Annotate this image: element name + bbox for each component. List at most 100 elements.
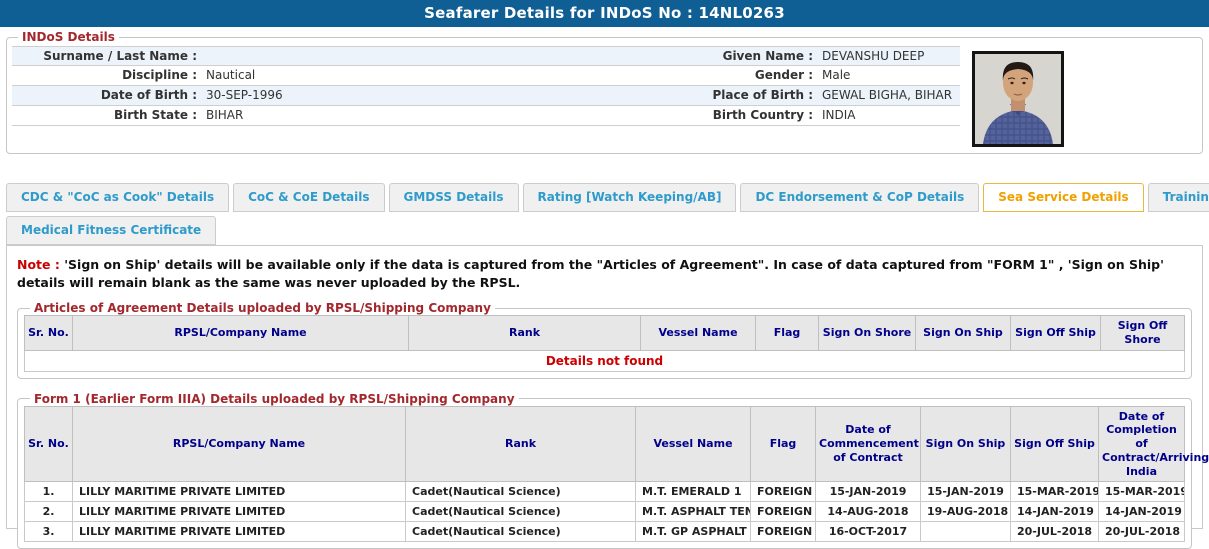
cell-date-completion: 20-JUL-2018 bbox=[1099, 522, 1185, 542]
cell-sr-no: 1. bbox=[25, 482, 73, 502]
indos-details-legend: INDoS Details bbox=[18, 30, 119, 44]
cell-company: LILLY MARITIME PRIVATE LIMITED bbox=[73, 522, 406, 542]
cell-rank: Cadet(Nautical Science) bbox=[406, 502, 636, 522]
cell-company: LILLY MARITIME PRIVATE LIMITED bbox=[73, 502, 406, 522]
cell-sr-no: 3. bbox=[25, 522, 73, 542]
discipline-label: Discipline : bbox=[12, 66, 204, 85]
tab-sea-service-details[interactable]: Sea Service Details bbox=[983, 183, 1143, 212]
tab-content-panel: Note : 'Sign on Ship' details will be av… bbox=[6, 245, 1203, 529]
articles-empty-row: Details not found bbox=[25, 350, 1185, 371]
detail-row-dob-placeofbirth: Date of Birth : 30-SEP-1996 Place of Bir… bbox=[12, 86, 960, 106]
articles-col-sign-off-ship: Sign Off Ship bbox=[1011, 316, 1101, 351]
tab-rating-watch-keeping-ab[interactable]: Rating [Watch Keeping/AB] bbox=[523, 183, 737, 212]
form1-col-rank: Rank bbox=[406, 406, 636, 482]
detail-row-discipline-gender: Discipline : Nautical Gender : Male bbox=[12, 66, 960, 86]
cell-sign-off-ship: 14-JAN-2019 bbox=[1011, 502, 1099, 522]
cell-sign-off-ship: 15-MAR-2019 bbox=[1011, 482, 1099, 502]
cell-rank: Cadet(Nautical Science) bbox=[406, 522, 636, 542]
seafarer-photo bbox=[972, 51, 1064, 147]
cell-date-commencement: 15-JAN-2019 bbox=[816, 482, 921, 502]
articles-of-agreement-fieldset: Articles of Agreement Details uploaded b… bbox=[17, 301, 1192, 379]
cell-vessel: M.T. GP ASPHALT IV bbox=[636, 522, 751, 542]
surname-value bbox=[204, 47, 652, 66]
form1-col-sr-no: Sr. No. bbox=[25, 406, 73, 482]
place-of-birth-value: GEWAL BIGHA, BIHAR bbox=[820, 86, 960, 105]
cell-flag: FOREIGN bbox=[751, 502, 816, 522]
cell-rank: Cadet(Nautical Science) bbox=[406, 482, 636, 502]
given-name-value: DEVANSHU DEEP bbox=[820, 47, 960, 66]
form1-col-sign-off-ship: Sign Off Ship bbox=[1011, 406, 1099, 482]
articles-col-rank: Rank bbox=[409, 316, 641, 351]
table-row: 1. LILLY MARITIME PRIVATE LIMITED Cadet(… bbox=[25, 482, 1185, 502]
tab-bar: CDC & "CoC as Cook" Details CoC & CoE De… bbox=[6, 183, 1203, 245]
gender-value: Male bbox=[820, 66, 960, 85]
detail-row-birthstate-birthcountry: Birth State : BIHAR Birth Country : INDI… bbox=[12, 106, 960, 126]
cell-flag: FOREIGN bbox=[751, 522, 816, 542]
cell-company: LILLY MARITIME PRIVATE LIMITED bbox=[73, 482, 406, 502]
discipline-value: Nautical bbox=[204, 66, 652, 85]
form1-col-date-completion: Date of Completion of Contract/Arriving … bbox=[1099, 406, 1185, 482]
seafarer-photo-graphic bbox=[975, 54, 1061, 144]
table-row: 3. LILLY MARITIME PRIVATE LIMITED Cadet(… bbox=[25, 522, 1185, 542]
table-row: 2. LILLY MARITIME PRIVATE LIMITED Cadet(… bbox=[25, 502, 1185, 522]
tab-gmdss-details[interactable]: GMDSS Details bbox=[389, 183, 519, 212]
cell-vessel: M.T. ASPHALT TEN bbox=[636, 502, 751, 522]
tab-medical-fitness-certificate[interactable]: Medical Fitness Certificate bbox=[6, 216, 216, 245]
detail-row-surname-givenname: Surname / Last Name : Given Name : DEVAN… bbox=[12, 46, 960, 66]
sign-on-ship-note: Note : 'Sign on Ship' details will be av… bbox=[17, 256, 1192, 291]
tab-training-details[interactable]: Training Details bbox=[1148, 183, 1209, 212]
articles-col-sign-off-shore: Sign Off Shore bbox=[1101, 316, 1185, 351]
indos-detail-rows: Surname / Last Name : Given Name : DEVAN… bbox=[12, 46, 960, 126]
tab-coc-coe-details[interactable]: CoC & CoE Details bbox=[233, 183, 384, 212]
birth-country-label: Birth Country : bbox=[652, 106, 820, 125]
place-of-birth-label: Place of Birth : bbox=[652, 86, 820, 105]
given-name-label: Given Name : bbox=[652, 47, 820, 66]
form1-details-table: Sr. No. RPSL/Company Name Rank Vessel Na… bbox=[24, 406, 1185, 543]
cell-vessel: M.T. EMERALD 1 bbox=[636, 482, 751, 502]
cell-date-completion: 14-JAN-2019 bbox=[1099, 502, 1185, 522]
note-label: Note : bbox=[17, 257, 60, 272]
form1-header-row: Sr. No. RPSL/Company Name Rank Vessel Na… bbox=[25, 406, 1185, 482]
cell-sign-off-ship: 20-JUL-2018 bbox=[1011, 522, 1099, 542]
birth-country-value: INDIA bbox=[820, 106, 960, 125]
articles-col-flag: Flag bbox=[756, 316, 819, 351]
date-of-birth-value: 30-SEP-1996 bbox=[204, 86, 652, 105]
birth-state-label: Birth State : bbox=[12, 106, 204, 125]
articles-col-company: RPSL/Company Name bbox=[73, 316, 409, 351]
articles-col-sr-no: Sr. No. bbox=[25, 316, 73, 351]
form1-col-company: RPSL/Company Name bbox=[73, 406, 406, 482]
cell-sign-on-ship bbox=[921, 522, 1011, 542]
form1-col-sign-on-ship: Sign On Ship bbox=[921, 406, 1011, 482]
articles-header-row: Sr. No. RPSL/Company Name Rank Vessel Na… bbox=[25, 316, 1185, 351]
tab-row-2: Medical Fitness Certificate bbox=[6, 216, 1203, 245]
indos-details-body: Surname / Last Name : Given Name : DEVAN… bbox=[12, 46, 1197, 147]
tab-cdc-coc-as-cook-details[interactable]: CDC & "CoC as Cook" Details bbox=[6, 183, 229, 212]
cell-date-commencement: 14-AUG-2018 bbox=[816, 502, 921, 522]
tab-row-1: CDC & "CoC as Cook" Details CoC & CoE De… bbox=[6, 183, 1203, 212]
cell-sr-no: 2. bbox=[25, 502, 73, 522]
form1-col-date-commencement: Date of Commencement of Contract bbox=[816, 406, 921, 482]
details-not-found-message: Details not found bbox=[25, 350, 1185, 371]
gender-label: Gender : bbox=[652, 66, 820, 85]
articles-of-agreement-legend: Articles of Agreement Details uploaded b… bbox=[30, 301, 495, 315]
cell-sign-on-ship: 19-AUG-2018 bbox=[921, 502, 1011, 522]
page-title: Seafarer Details for INDoS No : 14NL0263 bbox=[0, 0, 1209, 27]
cell-date-completion: 15-MAR-2019 bbox=[1099, 482, 1185, 502]
cell-date-commencement: 16-OCT-2017 bbox=[816, 522, 921, 542]
birth-state-value: BIHAR bbox=[204, 106, 652, 125]
articles-of-agreement-table: Sr. No. RPSL/Company Name Rank Vessel Na… bbox=[24, 315, 1185, 372]
note-text: 'Sign on Ship' details will be available… bbox=[17, 257, 1164, 290]
articles-col-vessel: Vessel Name bbox=[641, 316, 756, 351]
indos-details-fieldset: INDoS Details Surname / Last Name : Give… bbox=[6, 30, 1203, 154]
cell-sign-on-ship: 15-JAN-2019 bbox=[921, 482, 1011, 502]
form1-col-flag: Flag bbox=[751, 406, 816, 482]
articles-col-sign-on-ship: Sign On Ship bbox=[916, 316, 1011, 351]
cell-flag: FOREIGN bbox=[751, 482, 816, 502]
articles-col-sign-on-shore: Sign On Shore bbox=[819, 316, 916, 351]
form1-col-vessel: Vessel Name bbox=[636, 406, 751, 482]
form1-details-legend: Form 1 (Earlier Form IIIA) Details uploa… bbox=[30, 392, 519, 406]
surname-label: Surname / Last Name : bbox=[12, 47, 204, 66]
tab-dc-endorsement-cop-details[interactable]: DC Endorsement & CoP Details bbox=[740, 183, 979, 212]
date-of-birth-label: Date of Birth : bbox=[12, 86, 204, 105]
form1-details-fieldset: Form 1 (Earlier Form IIIA) Details uploa… bbox=[17, 392, 1192, 549]
